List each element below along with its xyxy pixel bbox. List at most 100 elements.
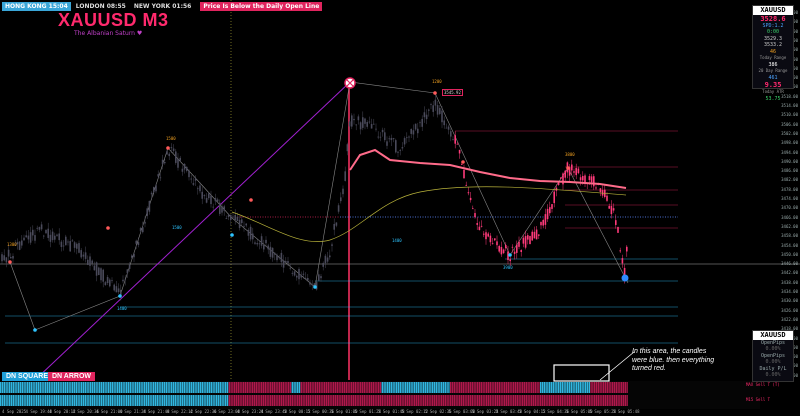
- indicator-bar-lower: [532, 395, 535, 406]
- candle-body: [615, 220, 617, 225]
- candle-body: [87, 259, 89, 265]
- indicator-bar-upper: [64, 382, 67, 393]
- candle-body: [128, 264, 131, 269]
- candle-body: [430, 104, 432, 105]
- indicator-bar-upper: [496, 382, 499, 393]
- candle-body: [252, 233, 254, 240]
- candle-body: [509, 259, 511, 262]
- indicator-bar-lower: [307, 395, 310, 406]
- indicator-bar-upper: [525, 382, 527, 393]
- indicator-bar-upper: [219, 382, 221, 393]
- dn-square-button[interactable]: DN SQUARE: [2, 372, 53, 381]
- indicator-bar-upper: [475, 382, 477, 393]
- indicator-bar-lower: [408, 395, 410, 406]
- candle-body: [280, 252, 283, 263]
- indicator-bar-upper: [354, 382, 356, 393]
- price-tick: 3482.00: [781, 177, 798, 183]
- candle-body: [236, 216, 239, 222]
- indicator-bar-upper: [136, 382, 139, 393]
- candle-body: [102, 269, 104, 282]
- indicator-bar-lower: [327, 395, 329, 406]
- indicator-bar-lower: [253, 395, 256, 406]
- indicator-bar-lower: [248, 395, 250, 406]
- indicator-bar-lower: [360, 395, 362, 406]
- candle-body: [577, 168, 580, 174]
- candle-body: [192, 183, 195, 185]
- indicator-bar-upper: [603, 382, 605, 393]
- candle-body: [474, 213, 476, 218]
- time-tick: 5 Sep 05:48: [613, 409, 640, 414]
- candle-body: [199, 185, 201, 192]
- indicator-bar-lower: [109, 395, 112, 406]
- indicator-bar-lower: [554, 395, 556, 406]
- indicator-bar-upper: [621, 382, 623, 393]
- indicator-bar-upper: [225, 382, 227, 393]
- candle-body: [113, 284, 115, 291]
- candle-body: [342, 188, 344, 195]
- candle-body: [181, 168, 184, 172]
- indicator-bar-lower: [63, 395, 65, 406]
- indicator-bar-lower: [504, 395, 506, 406]
- price-tick: 3458.00: [781, 233, 798, 239]
- pivot-label-3: 1500: [172, 225, 182, 230]
- candle-body: [579, 177, 582, 181]
- indicator-bar-lower: [37, 395, 40, 406]
- indicator-bar-lower: [606, 395, 608, 406]
- indicator-bar-lower: [199, 395, 202, 406]
- indicator-bar-upper: [73, 382, 76, 393]
- indicator-bar-upper: [414, 382, 416, 393]
- indicator-bar-upper: [536, 382, 538, 393]
- candle-body: [520, 250, 522, 253]
- indicator-bar-upper: [493, 382, 495, 393]
- candle-body: [626, 246, 628, 252]
- candle-body: [82, 254, 85, 257]
- price-tick: 3490.00: [781, 158, 798, 164]
- indicator-bar-upper: [201, 382, 203, 393]
- candle-body: [513, 251, 516, 254]
- dn-arrow-button[interactable]: DN ARROW: [48, 372, 96, 381]
- indicator-bar-upper: [459, 382, 461, 393]
- indicator-bar-lower: [160, 395, 162, 406]
- indicator-bar-lower: [169, 395, 171, 406]
- candle-body: [153, 187, 155, 193]
- indicator-bar-upper: [100, 382, 103, 393]
- daily-open-warning: Price Is Below the Daily Open Line: [200, 2, 323, 11]
- candle-body: [247, 229, 250, 236]
- indicator-bar-upper: [50, 382, 52, 393]
- indicator-bar-upper: [99, 382, 101, 393]
- indicator-bar-upper: [315, 382, 317, 393]
- indicator-bar-upper: [235, 382, 238, 393]
- candle-body: [478, 226, 481, 231]
- indicator-bar-lower: [217, 395, 220, 406]
- indicator-bar-upper: [192, 382, 194, 393]
- candle-body: [25, 235, 27, 238]
- indicator-bar-upper: [208, 382, 211, 393]
- indicator-bar-upper: [261, 382, 263, 393]
- indicator-bar-lower: [543, 395, 545, 406]
- candle-body: [304, 277, 307, 279]
- candle-body: [421, 118, 423, 127]
- indicator-bar-upper: [194, 382, 196, 393]
- indicator-bar-lower: [457, 395, 459, 406]
- indicator-bar-lower: [576, 395, 578, 406]
- indicator-bar-lower: [153, 395, 155, 406]
- candle-body: [322, 262, 324, 267]
- indicator-bar-upper: [608, 382, 610, 393]
- indicator-bar-lower: [216, 395, 218, 406]
- sub-panel-label-lower: M15 Sell T: [746, 397, 771, 402]
- indicator-bar-upper: [538, 382, 540, 393]
- candle-body: [337, 205, 340, 212]
- candle-body: [168, 153, 170, 157]
- indicator-bar-upper: [505, 382, 508, 393]
- indicator-bar-lower: [615, 395, 617, 406]
- candle-body: [621, 258, 624, 264]
- pivot-dot: [249, 198, 253, 202]
- chart-subtitle: The Albanian Saturn ♥: [74, 30, 143, 37]
- pivot-dot: [166, 146, 170, 150]
- indicator-bar-upper: [345, 382, 347, 393]
- candle-body: [245, 223, 247, 226]
- indicator-bar-lower: [189, 395, 191, 406]
- indicator-bar-lower: [473, 395, 475, 406]
- indicator-bar-upper: [0, 382, 2, 393]
- indicator-bar-lower: [556, 395, 558, 406]
